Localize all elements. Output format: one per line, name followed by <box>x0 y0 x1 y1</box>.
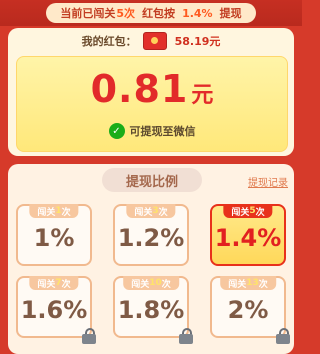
red-packet-icon <box>142 32 167 50</box>
withdraw-amount-unit: 元 <box>191 83 214 108</box>
status-suffix: 提现 <box>219 7 242 20</box>
withdraw-record-link[interactable]: 提现记录 <box>248 174 288 189</box>
wallet-label: 我的红包： <box>81 35 137 48</box>
tile-tag-prefix: 闯关 <box>231 207 250 218</box>
wallet-card: 我的红包： 58.19元 0.81 元 ✓ 可提现至微信 <box>8 28 294 156</box>
tile-tag: 闯关 7 次 <box>29 276 79 290</box>
tile-tag: 闯关 5 次 <box>223 204 273 218</box>
ratio-tile[interactable]: 闯关 5 次 1.4% <box>210 204 286 266</box>
tile-tag: 闯关 13 次 <box>220 276 276 290</box>
wallet-amount: 58.19元 <box>174 35 221 48</box>
wechat-icon: ✓ <box>108 123 125 139</box>
tile-percent: 1.6% <box>20 296 88 324</box>
ratio-title: 提现比例 <box>102 168 202 192</box>
tile-tag-suffix: 次 <box>255 207 265 218</box>
tile-tag-suffix: 次 <box>158 207 168 218</box>
status-pill: 当前已闯关 5次 红包按 1.4% 提现 <box>46 3 256 23</box>
lock-icon <box>276 328 290 344</box>
tile-tag: 闯关 1 次 <box>29 204 79 218</box>
wechat-withdraw-row[interactable]: ✓ 可提现至微信 <box>17 123 287 139</box>
status-level: 5次 <box>116 7 136 20</box>
tile-percent: 1% <box>33 224 75 252</box>
tile-tag-suffix: 次 <box>61 279 71 290</box>
tile-percent: 1.8% <box>117 296 185 324</box>
withdraw-panel[interactable]: 0.81 元 ✓ 可提现至微信 <box>16 56 288 152</box>
lock-icon <box>179 328 193 344</box>
lock-icon <box>82 328 96 344</box>
ratio-tile[interactable]: 闯关 13 次 2% <box>210 276 290 344</box>
withdraw-amount-value: 0.81 <box>90 67 189 111</box>
withdraw-amount: 0.81 元 <box>17 67 287 111</box>
ratio-tile[interactable]: 闯关 1 次 1% <box>16 204 92 266</box>
tile-percent: 2% <box>227 296 269 324</box>
tile-percent: 1.4% <box>214 224 282 252</box>
tile-tag-suffix: 次 <box>61 207 71 218</box>
tile-percent: 1.2% <box>117 224 185 252</box>
wechat-withdraw-text: 可提现至微信 <box>129 125 196 138</box>
tile-tag-prefix: 闯关 <box>134 207 153 218</box>
tile-tag-prefix: 闯关 <box>37 207 56 218</box>
tile-tag: 闯关 3 次 <box>126 204 176 218</box>
tile-tag-prefix: 闯关 <box>131 279 150 290</box>
tile-tag-prefix: 闯关 <box>228 279 247 290</box>
ratio-tile[interactable]: 闯关 3 次 1.2% <box>113 204 189 266</box>
status-prefix: 当前已闯关 <box>60 7 116 20</box>
tile-tag-suffix: 次 <box>258 279 268 290</box>
tile-tag-prefix: 闯关 <box>37 279 56 290</box>
ratio-tile[interactable]: 闯关 10 次 1.8% <box>113 276 193 344</box>
status-middle: 红包按 <box>142 7 176 20</box>
ratio-card: 提现比例 提现记录 闯关 1 次 1% 闯关 3 次 1.2% 闯关 5 次 1.4% 闯关… <box>8 164 294 354</box>
status-rate: 1.4% <box>182 6 213 20</box>
ratio-tile[interactable]: 闯关 7 次 1.6% <box>16 276 96 344</box>
status-banner: 当前已闯关 5次 红包按 1.4% 提现 <box>0 0 302 26</box>
tile-tag-suffix: 次 <box>161 279 171 290</box>
tile-tag-level: 13 <box>246 278 259 288</box>
tile-tag-level: 10 <box>149 278 162 288</box>
tile-tag: 闯关 10 次 <box>123 276 179 290</box>
wallet-row: 我的红包： 58.19元 <box>8 28 294 54</box>
